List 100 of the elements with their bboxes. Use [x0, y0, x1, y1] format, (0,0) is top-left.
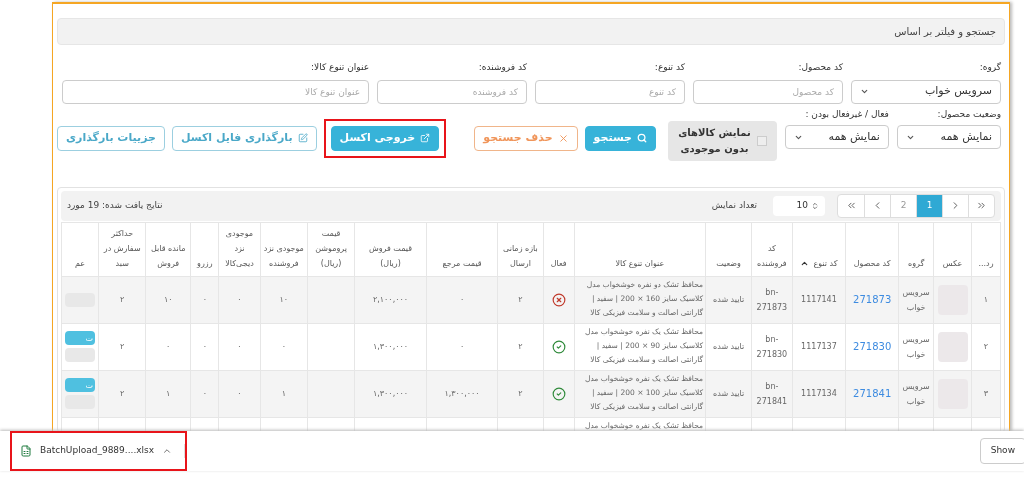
spinner-icon — [811, 201, 819, 210]
table-cell-text: ۲ — [518, 342, 523, 351]
table-cell-text: سرویس خواب — [902, 334, 930, 359]
column-header[interactable]: عکس — [933, 222, 972, 276]
field-label: فعال / غیرفعال بودن : — [804, 107, 889, 121]
dropdown-caret-icon — [860, 87, 869, 96]
results-count: نتایج یافت شده: 19 مورد — [67, 198, 163, 212]
column-header[interactable]: بازه زمانی ارسال — [497, 222, 544, 276]
column-header[interactable]: موجودی نزد فروشنده — [260, 222, 308, 276]
column-header[interactable]: کد فروشنده — [751, 222, 793, 276]
table-cell-text: ۰ — [202, 342, 207, 351]
column-title: کد تنوع — [813, 257, 838, 270]
table-cell-text: ۰ — [202, 389, 207, 398]
select-field[interactable]: نمایش همه — [784, 125, 889, 149]
table-cell-text: bn-271841 — [756, 381, 788, 406]
column-header[interactable]: رد... — [971, 222, 1001, 276]
column-header[interactable]: فعال — [543, 222, 575, 276]
column-title: قیمت پروموشن (ریال) — [314, 227, 348, 270]
column-header[interactable]: قیمت پروموشن (ریال) — [307, 222, 355, 276]
table-cell-text: ۰ — [281, 342, 286, 351]
page-size-select[interactable]: 10 — [773, 195, 825, 216]
field-label: کد محصول: — [797, 61, 843, 74]
column-title: حداکثر سفارش در سبد — [102, 227, 142, 270]
table-cell-text: 1117134 — [801, 389, 837, 398]
double-chevron-icon — [845, 200, 857, 211]
column-title: موجودی نزد دیجی‌کالا — [224, 227, 255, 270]
double-chevron-icon — [976, 200, 987, 211]
table-cell-text: سرویس خواب — [902, 287, 930, 312]
column-header[interactable]: گروه — [898, 222, 934, 276]
table-cell-text: ۱,۳۰۰,۰۰۰ — [372, 389, 409, 398]
table-cell-text: ۰ — [166, 342, 171, 351]
field-label: وضعیت محصول: — [936, 107, 1001, 121]
field-label: کد فروشنده: — [477, 61, 527, 74]
column-title: کد فروشنده — [756, 242, 788, 270]
download-item[interactable]: BatchUpload_9889....xlsx — [20, 444, 186, 458]
table-cell-text: bn-271830 — [756, 334, 788, 359]
table-cell-text: ۱,۳۰۰,۰۰۰ — [444, 389, 480, 398]
page-size-value: 10 — [796, 198, 808, 212]
column-header[interactable]: عم — [61, 222, 99, 276]
table-cell-text: ۰ — [459, 342, 465, 351]
table-cell-text: ۱ — [983, 295, 989, 304]
select-value: نمایش همه — [828, 128, 880, 145]
panel-title: جستجو و فیلتر بر اساس — [894, 25, 996, 39]
table-cell-text: ۰ — [202, 295, 207, 304]
table-cell-text: ۱,۳۰۰,۰۰۰ — [372, 342, 409, 351]
spreadsheet-file-icon — [20, 445, 32, 457]
show-all-button[interactable]: Show — [979, 438, 1024, 464]
column-title: عکس — [942, 257, 963, 270]
table-cell-text: ۰ — [237, 342, 242, 351]
select-value: سرویس خواب — [924, 83, 992, 100]
select-field[interactable]: نمایش همه — [896, 125, 1001, 149]
table-cell-text: ۲ — [983, 342, 989, 351]
table-cell-text: سرویس خواب — [902, 381, 930, 406]
table-cell-text: تایید شده — [713, 389, 745, 398]
column-title: عنوان تنوع کالا — [615, 257, 665, 270]
column-title: قیمت فروش (ریال) — [367, 242, 414, 270]
input-field[interactable]: کد فروشنده — [377, 79, 527, 104]
table-cell-text: ۰ — [237, 295, 242, 304]
column-header[interactable]: کد تنوع — [792, 222, 846, 276]
table-cell-text: ۱۰ — [163, 295, 173, 304]
column-title: گروه — [907, 257, 925, 270]
column-title: بازه زمانی ارسال — [502, 242, 539, 270]
edit-box-icon — [297, 133, 308, 143]
table-cell-text: ۳ — [983, 389, 989, 398]
table-cell-text: ۱ — [166, 389, 171, 398]
column-title: قیمت مرجع — [442, 257, 482, 270]
column-title: کد محصول — [853, 257, 891, 270]
table-cell-text: bn-271873 — [756, 287, 788, 312]
table-cell-text: ۰ — [459, 295, 465, 304]
input-field[interactable]: عنوان تنوع کالا — [62, 79, 369, 104]
close-icon — [557, 132, 569, 144]
column-header[interactable]: کد محصول — [845, 222, 899, 276]
select-field[interactable]: سرویس خواب — [851, 79, 1001, 104]
column-header[interactable]: عنوان تنوع کالا — [574, 222, 706, 276]
table-cell-text: ۲ — [518, 389, 523, 398]
column-header[interactable]: حداکثر سفارش در سبد — [98, 222, 146, 276]
column-title: رد... — [978, 257, 994, 270]
column-title: مانده قابل فروش — [150, 242, 187, 270]
input-field[interactable]: کد تنوع — [535, 79, 685, 104]
input-field[interactable]: کد محصول — [693, 79, 843, 104]
column-header[interactable]: رزرو — [190, 222, 219, 276]
field-label: عنوان تنوع کالا: — [310, 61, 369, 74]
file-name: BatchUpload_9889....xlsx — [40, 444, 155, 458]
column-title: موجودی نزد فروشنده — [263, 242, 305, 270]
checkbox[interactable] — [756, 135, 767, 146]
table-cell-text: ۲ — [120, 389, 125, 398]
column-title: وضعیت — [716, 257, 741, 270]
column-header[interactable]: قیمت فروش (ریال) — [354, 222, 427, 276]
page-size-label: تعداد نمایش — [711, 198, 757, 212]
table-cell-text: ۲ — [120, 342, 125, 351]
table-cell-text: تایید شده — [713, 342, 745, 351]
table-cell-text: ۱ — [281, 389, 286, 398]
column-header[interactable]: موجودی نزد دیجی‌کالا — [218, 222, 261, 276]
table-cell-text: تایید شده — [713, 295, 745, 304]
column-header[interactable]: وضعیت — [705, 222, 752, 276]
column-header[interactable]: مانده قابل فروش — [145, 222, 191, 276]
table-cell-text: 1117141 — [801, 295, 837, 304]
column-header[interactable]: قیمت مرجع — [426, 222, 498, 276]
table-cell-text: ۰ — [237, 389, 242, 398]
product-link[interactable]: 271830 — [853, 340, 892, 352]
